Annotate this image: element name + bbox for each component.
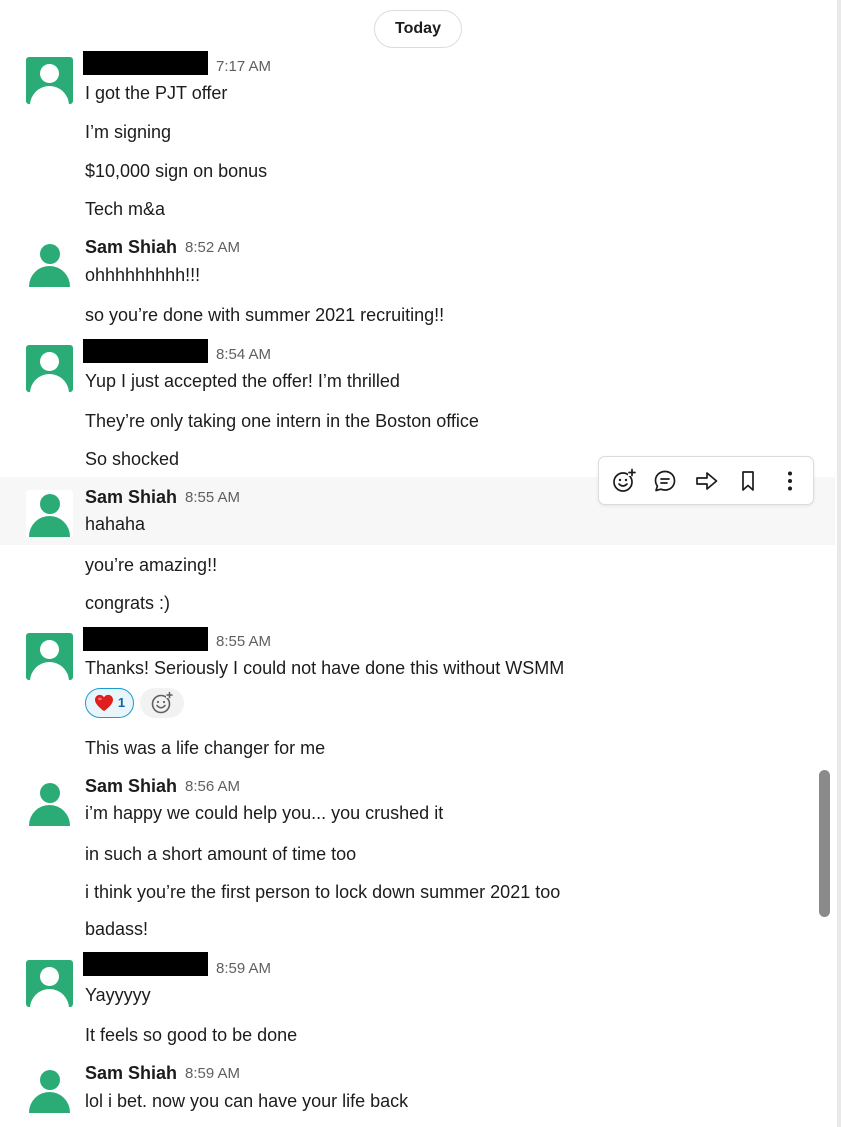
message-text: Tech m&a [85,199,166,219]
message-text: lol i bet. now you can have your life ba… [85,1091,409,1111]
message-text: $10,000 sign on bonus [85,161,268,181]
sender-name[interactable]: Sam Shiah [85,1063,177,1083]
message-timestamp[interactable]: 8:55 AM [185,489,240,507]
message-timestamp[interactable]: 8:55 AM [216,633,271,651]
message-text: congrats :) [85,593,171,613]
day-divider-button[interactable]: Today [374,10,462,48]
message-timestamp[interactable]: 8:56 AM [185,778,240,796]
redacted-sender-name [83,339,208,363]
sender-name[interactable]: Sam Shiah [85,776,177,796]
message-text: Thanks! Seriously I could not have done … [85,658,565,678]
message-text: i’m happy we could help you... you crush… [85,803,444,823]
avatar[interactable] [26,490,73,537]
message-text: So shocked [85,449,180,469]
message-text: i think you’re the first person to lock … [85,882,561,902]
avatar[interactable] [26,57,73,104]
message-text: I got the PJT offer [85,83,228,103]
message-timestamp[interactable]: 7:17 AM [216,58,271,76]
message-text: hahaha [85,514,146,534]
more-actions-icon [788,471,792,491]
avatar[interactable] [26,1066,73,1113]
add-reaction-icon [151,691,173,714]
reply-in-thread-button[interactable] [651,467,679,495]
avatar[interactable] [26,633,73,680]
avatar[interactable] [26,779,73,826]
message-text: badass! [85,919,149,939]
add-reaction-button[interactable] [140,688,184,718]
message-timestamp[interactable]: 8:52 AM [185,239,240,257]
add-reaction-toolbar-button[interactable] [610,467,638,495]
message-text: you’re amazing!! [85,555,218,575]
redacted-sender-name [83,627,208,651]
save-bookmark-icon [742,471,754,491]
message-text: They’re only taking one intern in the Bo… [85,411,479,431]
sender-name[interactable]: Sam Shiah [85,487,177,507]
reaction-count: 1 [117,695,126,710]
red-heart-icon [94,694,113,712]
scroll-track [837,0,841,1127]
reaction-pill-heart[interactable]: 1 [85,688,134,718]
message-timestamp[interactable]: 8:54 AM [216,346,271,364]
scrollbar-thumb[interactable] [819,770,830,917]
message-text: so you’re done with summer 2021 recruiti… [85,305,445,325]
message-pane: Today 7:17 AM I got the PJT offer I’m si… [0,0,841,1127]
message-text: It feels so good to be done [85,1025,298,1045]
share-message-icon [696,472,718,490]
reply-in-thread-icon [654,470,676,492]
add-reaction-icon [613,468,636,492]
redacted-sender-name [83,952,208,976]
sender-name[interactable]: Sam Shiah [85,237,177,257]
avatar[interactable] [26,345,73,392]
message-timestamp[interactable]: 8:59 AM [216,960,271,978]
redacted-sender-name [83,51,208,75]
message-text: I’m signing [85,122,172,142]
message-text: in such a short amount of time too [85,844,357,864]
avatar[interactable] [26,960,73,1007]
more-actions-button[interactable] [776,467,804,495]
message-text: ohhhhhhhhh!!! [85,265,201,285]
message-text: This was a life changer for me [85,738,326,758]
message-text: Yayyyyy [85,985,151,1005]
avatar[interactable] [26,240,73,287]
message-text: Yup I just accepted the offer! I’m thril… [85,371,400,391]
share-message-button[interactable] [693,467,721,495]
save-message-button[interactable] [734,467,762,495]
message-actions-toolbar [598,456,814,505]
message-timestamp[interactable]: 8:59 AM [185,1065,240,1083]
